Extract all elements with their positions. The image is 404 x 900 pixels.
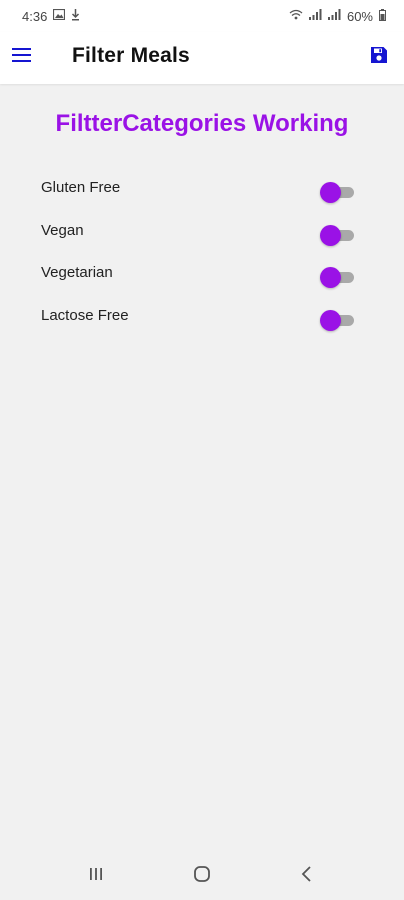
image-icon [53,8,66,23]
system-nav-bar [0,852,404,900]
back-button[interactable] [297,865,317,888]
filter-row-vegan: Vegan [0,211,404,254]
save-button[interactable] [368,46,390,68]
switch-thumb [320,224,341,246]
filter-label: Gluten Free [41,179,121,196]
status-bar: 4:36 60% [0,0,404,32]
recent-apps-icon [88,866,104,887]
switch-thumb [320,309,341,331]
back-icon [300,865,314,888]
vegetarian-switch[interactable] [320,267,354,288]
download-icon [71,8,80,24]
lactose-free-switch[interactable] [320,309,354,331]
switch-thumb [320,267,341,288]
gluten-free-switch[interactable] [320,182,354,203]
filter-label: Vegetarian [41,264,113,281]
switch-thumb [320,182,341,203]
vegan-switch[interactable] [320,224,354,246]
filter-label: Vegan [41,221,84,239]
recent-apps-button[interactable] [86,866,106,886]
battery-percentage: 60% [346,8,373,24]
home-button[interactable] [192,865,212,888]
filter-label: Lactose Free [41,306,129,324]
battery-icon [379,8,386,24]
filter-row-gluten-free: Gluten Free [0,168,404,211]
status-left: 4:36 [22,8,80,24]
app-bar: Filter Meals [0,32,404,84]
filter-list: Gluten Free Vegan Vegetarian Lactose Fre… [0,168,404,338]
menu-button[interactable] [10,46,32,68]
save-icon [370,46,388,69]
status-time: 4:36 [22,8,48,24]
home-icon [193,865,211,888]
app-title: Filter Meals [72,44,190,67]
filter-row-lactose-free: Lactose Free [0,296,404,339]
wifi-icon [289,9,303,23]
filter-row-vegetarian: Vegetarian [0,253,404,296]
page-heading: FiltterCategories Working [55,110,349,137]
screen: 4:36 60% Filter Meals FiltterCategories … [0,0,404,900]
status-right: 60% [289,8,386,24]
signal-icon [327,9,341,23]
signal-icon [308,9,322,23]
hamburger-menu-icon [11,47,31,67]
